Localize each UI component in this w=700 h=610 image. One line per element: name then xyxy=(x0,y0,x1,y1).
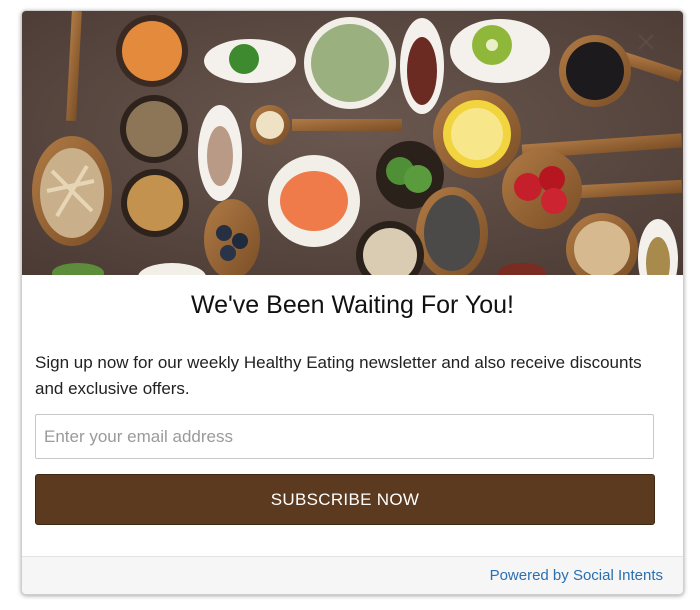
popup-description: Sign up now for our weekly Healthy Eatin… xyxy=(35,353,642,398)
popup-footer: Powered by Social Intents xyxy=(22,556,683,594)
popup-title: We've Been Waiting For You! xyxy=(190,291,514,319)
email-input[interactable] xyxy=(35,414,654,459)
newsletter-popup: We've Been Waiting For You! Sign up now … xyxy=(21,10,684,595)
subscribe-button[interactable]: SUBSCRIBE NOW xyxy=(35,474,655,525)
close-icon[interactable] xyxy=(635,31,657,53)
powered-by-link[interactable]: Powered by Social Intents xyxy=(490,567,663,584)
hero-image xyxy=(22,11,683,275)
